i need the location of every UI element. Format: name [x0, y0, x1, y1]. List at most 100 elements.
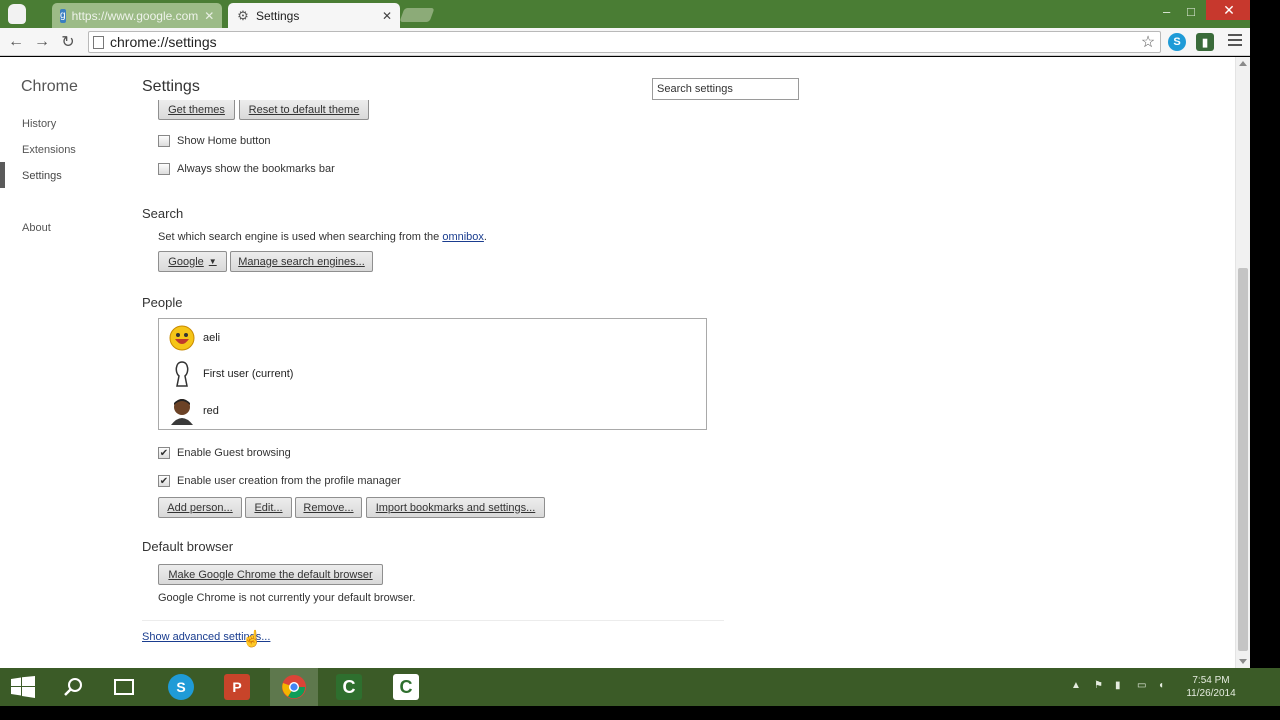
dropdown-arrow-icon: ▼	[208, 257, 217, 266]
list-item[interactable]: red	[169, 397, 219, 425]
task-view-button[interactable]	[101, 668, 147, 706]
extension-icon[interactable]: ▮	[1196, 33, 1214, 51]
tab-settings[interactable]: ⚙ Settings ✕	[228, 3, 400, 28]
get-themes-button[interactable]: Get themes	[158, 100, 235, 120]
skype-icon: S	[168, 674, 194, 700]
taskbar-powerpoint[interactable]: P	[214, 668, 260, 706]
search-description: Set which search engine is used when sea…	[158, 231, 487, 243]
profile-icon[interactable]	[8, 4, 26, 24]
maximize-icon[interactable]: □	[1187, 4, 1195, 19]
vertical-scrollbar[interactable]	[1235, 57, 1250, 668]
start-button[interactable]	[0, 668, 46, 706]
taskbar-camtasia-recorder[interactable]: C	[326, 668, 372, 706]
show-home-checkbox[interactable]	[158, 135, 170, 147]
guest-browsing-row[interactable]: ✔ Enable Guest browsing	[158, 447, 291, 459]
selected-indicator	[0, 162, 5, 188]
chrome-icon	[282, 675, 306, 699]
reload-icon[interactable]: ↻	[58, 32, 78, 52]
smiley-avatar-icon	[169, 324, 195, 352]
taskbar-skype[interactable]: S	[158, 668, 204, 706]
network-icon[interactable]: ▮	[1115, 680, 1121, 691]
powerpoint-icon: P	[224, 674, 250, 700]
hand-cursor-icon: ☝	[242, 631, 262, 648]
show-bookmarks-checkbox[interactable]	[158, 163, 170, 175]
menu-icon[interactable]	[1228, 34, 1242, 49]
list-item[interactable]: aeli	[169, 324, 220, 352]
taskbar-camtasia-studio[interactable]: C	[383, 668, 429, 706]
make-default-browser-button[interactable]: Make Google Chrome the default browser	[158, 564, 383, 585]
person-name: First user (current)	[203, 368, 294, 380]
sidebar-item-settings[interactable]: Settings	[22, 170, 62, 182]
tab-title: https://www.google.com	[71, 8, 199, 23]
system-clock[interactable]: 7:54 PM 11/26/2014	[1180, 674, 1242, 700]
close-tab-icon[interactable]: ✕	[382, 9, 392, 23]
taskbar-chrome[interactable]	[270, 668, 318, 706]
new-tab-button[interactable]	[399, 8, 435, 22]
person-name: aeli	[203, 332, 221, 344]
import-bookmarks-button[interactable]: Import bookmarks and settings...	[366, 497, 545, 518]
show-home-label: Show Home button	[177, 135, 271, 147]
show-home-row[interactable]: Show Home button	[158, 135, 271, 147]
guest-browsing-checkbox[interactable]: ✔	[158, 447, 170, 459]
show-bookmarks-label: Always show the bookmarks bar	[177, 163, 335, 175]
google-plus-icon: g	[60, 8, 66, 23]
flag-icon[interactable]: ⚑	[1094, 680, 1103, 691]
screen-bottom-edge	[0, 706, 1280, 720]
close-tab-icon[interactable]: ✕	[204, 9, 214, 23]
windows-icon	[11, 676, 35, 698]
sidebar-item-history[interactable]: History	[22, 118, 56, 130]
user-creation-label: Enable user creation from the profile ma…	[177, 475, 401, 487]
page-icon	[93, 35, 104, 49]
forward-icon[interactable]: →	[32, 32, 52, 52]
search-engine-value: Google	[168, 255, 204, 268]
search-input[interactable]: Search settings	[652, 78, 799, 100]
star-icon[interactable]: ☆	[1136, 32, 1160, 52]
gear-icon: ⚙	[237, 7, 249, 23]
screen-edge	[1250, 0, 1280, 668]
skype-extension-icon[interactable]: S	[1168, 33, 1186, 51]
close-window-button[interactable]: ✕	[1206, 0, 1252, 20]
battery-icon[interactable]: ▭	[1137, 680, 1146, 691]
divider	[142, 620, 724, 621]
camtasia-studio-icon: C	[393, 674, 419, 700]
scrollbar-thumb[interactable]	[1238, 268, 1248, 651]
scroll-up-icon[interactable]	[1239, 61, 1247, 66]
sidebar-title: Chrome	[21, 78, 78, 95]
search-icon	[64, 678, 82, 696]
omnibox-link[interactable]: omnibox	[442, 231, 484, 243]
list-item[interactable]: First user (current)	[169, 360, 293, 388]
chevron-up-icon[interactable]: ▲	[1071, 680, 1081, 691]
add-person-button[interactable]: Add person...	[158, 497, 242, 518]
tab-google[interactable]: g https://www.google.com ✕	[52, 3, 222, 28]
user-creation-checkbox[interactable]: ✔	[158, 475, 170, 487]
settings-page: Chrome History Extensions Settings About…	[0, 57, 1235, 668]
search-description-text: Set which search engine is used when sea…	[158, 231, 443, 243]
search-description-end: .	[483, 231, 487, 243]
tab-title: Settings	[256, 8, 300, 23]
address-bar[interactable]: chrome://settings ☆	[88, 31, 1161, 53]
url-text: chrome://settings	[110, 34, 217, 50]
search-section-title: Search	[142, 206, 184, 221]
reset-theme-button[interactable]: Reset to default theme	[239, 100, 369, 120]
toolbar: ← → ↻ chrome://settings ☆ S ▮	[0, 28, 1280, 56]
clock-date: 11/26/2014	[1186, 688, 1236, 699]
camtasia-icon: C	[336, 674, 362, 700]
scroll-down-icon[interactable]	[1239, 659, 1247, 664]
show-bookmarks-row[interactable]: Always show the bookmarks bar	[158, 163, 335, 175]
person-avatar-icon	[169, 397, 195, 425]
remove-person-button[interactable]: Remove...	[295, 497, 362, 518]
search-engine-select[interactable]: Google ▼	[158, 251, 227, 272]
search-button[interactable]	[50, 668, 96, 706]
clock-time: 7:54 PM	[1192, 675, 1230, 686]
person-name: red	[203, 405, 219, 417]
page-title: Settings	[142, 78, 200, 95]
sidebar-item-extensions[interactable]: Extensions	[22, 144, 76, 156]
default-browser-section-title: Default browser	[142, 539, 234, 554]
volume-icon[interactable]: ◖	[1158, 680, 1164, 691]
minimize-icon[interactable]: –	[1163, 4, 1170, 19]
sidebar-item-about[interactable]: About	[22, 222, 51, 234]
user-creation-row[interactable]: ✔ Enable user creation from the profile …	[158, 475, 401, 487]
edit-person-button[interactable]: Edit...	[245, 497, 292, 518]
back-icon[interactable]: ←	[6, 32, 26, 52]
manage-search-engines-button[interactable]: Manage search engines...	[230, 251, 373, 272]
